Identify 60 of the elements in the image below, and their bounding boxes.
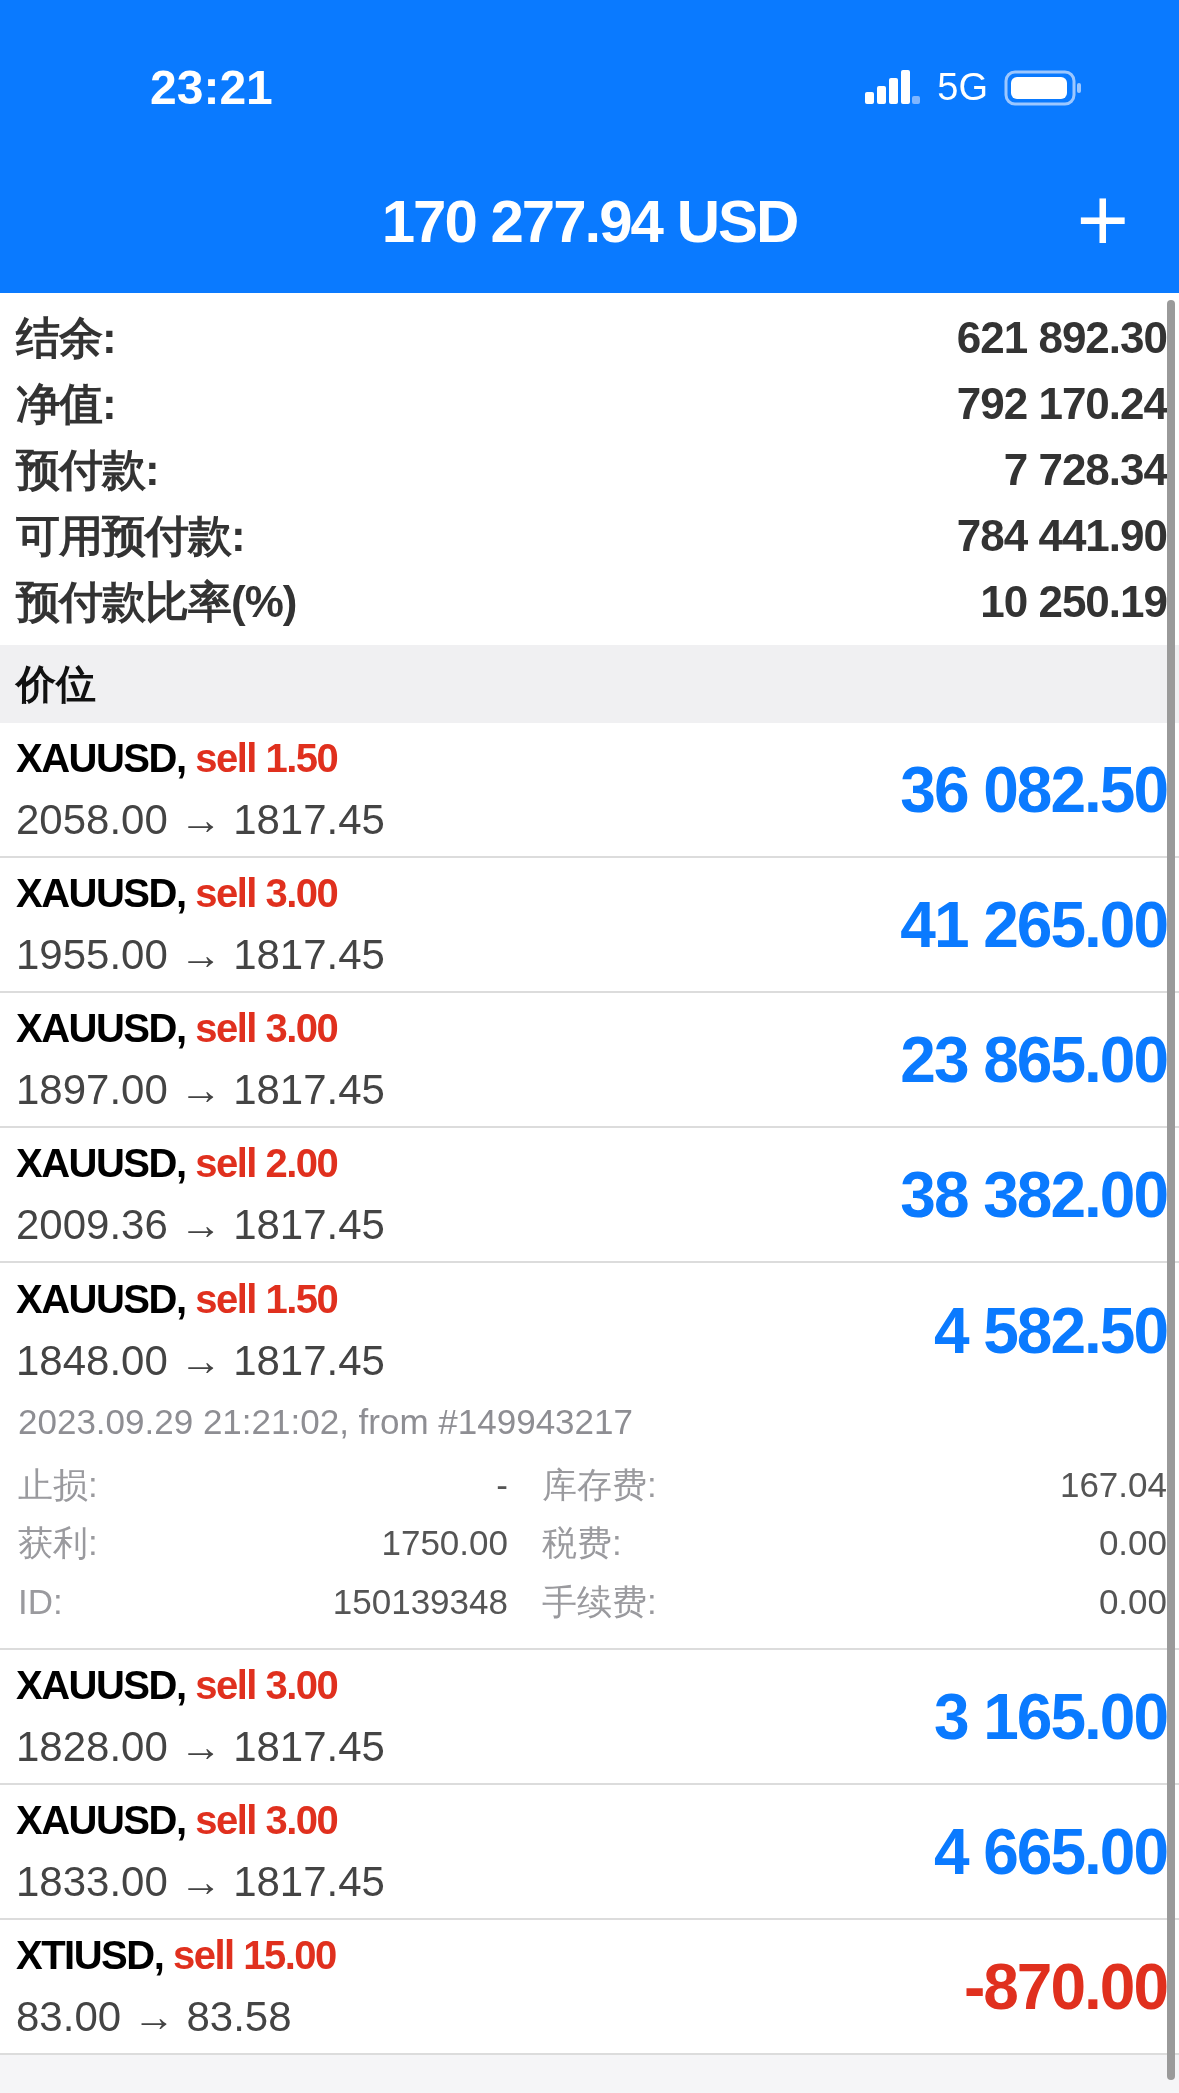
account-value: 621 892.30 (956, 312, 1167, 364)
balance-title: 170 277.94 USD (381, 186, 798, 257)
position-title: XAUUSD, sell 2.00 (16, 1140, 339, 1187)
position-title: XAUUSD, sell 1.50 (16, 1276, 339, 1323)
price-change: 1955.00 → 1817.45 (16, 930, 385, 980)
detail-label: 手续费: (542, 1580, 657, 1623)
status-time: 23:21 (150, 59, 273, 116)
detail-value: 150139348 (332, 1580, 508, 1623)
network-label: 5G (937, 65, 988, 110)
position-title: XTIUSD, sell 15.00 (16, 1932, 336, 1979)
detail-value: - (496, 1463, 508, 1506)
detail-label: ID: (18, 1580, 63, 1623)
account-label: 预付款: (16, 444, 159, 496)
detail-label: 税费: (542, 1522, 622, 1564)
profit-value: 23 865.00 (900, 1022, 1167, 1098)
detail-value: 167.04 (1059, 1463, 1167, 1506)
detail-label: 获利: (18, 1522, 98, 1564)
account-label: 预付款比率(%) (16, 576, 297, 628)
position-row[interactable]: XAUUSD, sell 3.00 1833.00 → 1817.45 4 665.00 (0, 1785, 1179, 1920)
account-label: 净值: (16, 378, 116, 430)
section-title: 价位 (16, 661, 96, 708)
account-label: 可用预付款: (16, 510, 245, 562)
price-change: 2058.00 → 1817.45 (16, 795, 385, 845)
position-title: XAUUSD, sell 3.00 (16, 1797, 339, 1844)
profit-value: 36 082.50 (900, 752, 1167, 828)
price-change: 1828.00 → 1817.45 (16, 1722, 385, 1772)
price-change: 83.00 → 83.58 (16, 1992, 293, 2042)
open-time: 2023.09.29 21:21:02, from #149943217 (18, 1401, 634, 1443)
position-row[interactable]: XAUUSD, sell 3.00 1828.00 → 1817.45 3 165.00 (0, 1650, 1179, 1785)
account-label: 结余: (16, 312, 116, 364)
profit-value: 38 382.00 (900, 1157, 1167, 1233)
add-button[interactable]: + (1076, 175, 1129, 265)
price-change: 1897.00 → 1817.45 (16, 1065, 385, 1115)
price-change: 1848.00 → 1817.45 (16, 1336, 385, 1386)
profit-value: 3 165.00 (933, 1679, 1167, 1755)
detail-value: 1750.00 (381, 1522, 508, 1564)
account-value: 10 250.19 (980, 576, 1167, 628)
position-row[interactable]: XAUUSD, sell 2.00 2009.36 → 1817.45 38 382.00 (0, 1128, 1179, 1263)
detail-value: 0.00 (1098, 1522, 1167, 1564)
detail-label: 止损: (18, 1463, 98, 1506)
profit-value: 41 265.00 (900, 887, 1167, 963)
position-title: XAUUSD, sell 3.00 (16, 870, 339, 917)
profit-value: -870.00 (963, 1949, 1167, 2025)
price-change: 2009.36 → 1817.45 (16, 1200, 385, 1250)
position-row[interactable]: XAUUSD, sell 1.50 1848.00 → 1817.45 4 582.50 (0, 1263, 1179, 1398)
profit-value: 4 582.50 (933, 1293, 1167, 1369)
price-change: 1833.00 → 1817.45 (16, 1857, 385, 1907)
account-value: 792 170.24 (956, 378, 1167, 430)
position-row[interactable]: XAUUSD, sell 3.00 1955.00 → 1817.45 41 265.00 (0, 858, 1179, 993)
position-title: XAUUSD, sell 3.00 (16, 1005, 339, 1052)
account-value: 784 441.90 (956, 510, 1167, 562)
profit-value: 4 665.00 (933, 1814, 1167, 1890)
position-title: XAUUSD, sell 3.00 (16, 1662, 339, 1709)
position-title: XAUUSD, sell 1.50 (16, 735, 339, 782)
detail-label: 库存费: (542, 1463, 657, 1506)
position-row[interactable]: XAUUSD, sell 3.00 1897.00 → 1817.45 23 865.00 (0, 993, 1179, 1128)
detail-value: 0.00 (1098, 1580, 1167, 1623)
position-row[interactable]: XTIUSD, sell 15.00 83.00 → 83.58 -870.00 (0, 1920, 1179, 2055)
account-value: 7 728.34 (1003, 444, 1167, 496)
position-row[interactable]: XAUUSD, sell 1.50 2058.00 → 1817.45 36 082.50 (0, 723, 1179, 858)
